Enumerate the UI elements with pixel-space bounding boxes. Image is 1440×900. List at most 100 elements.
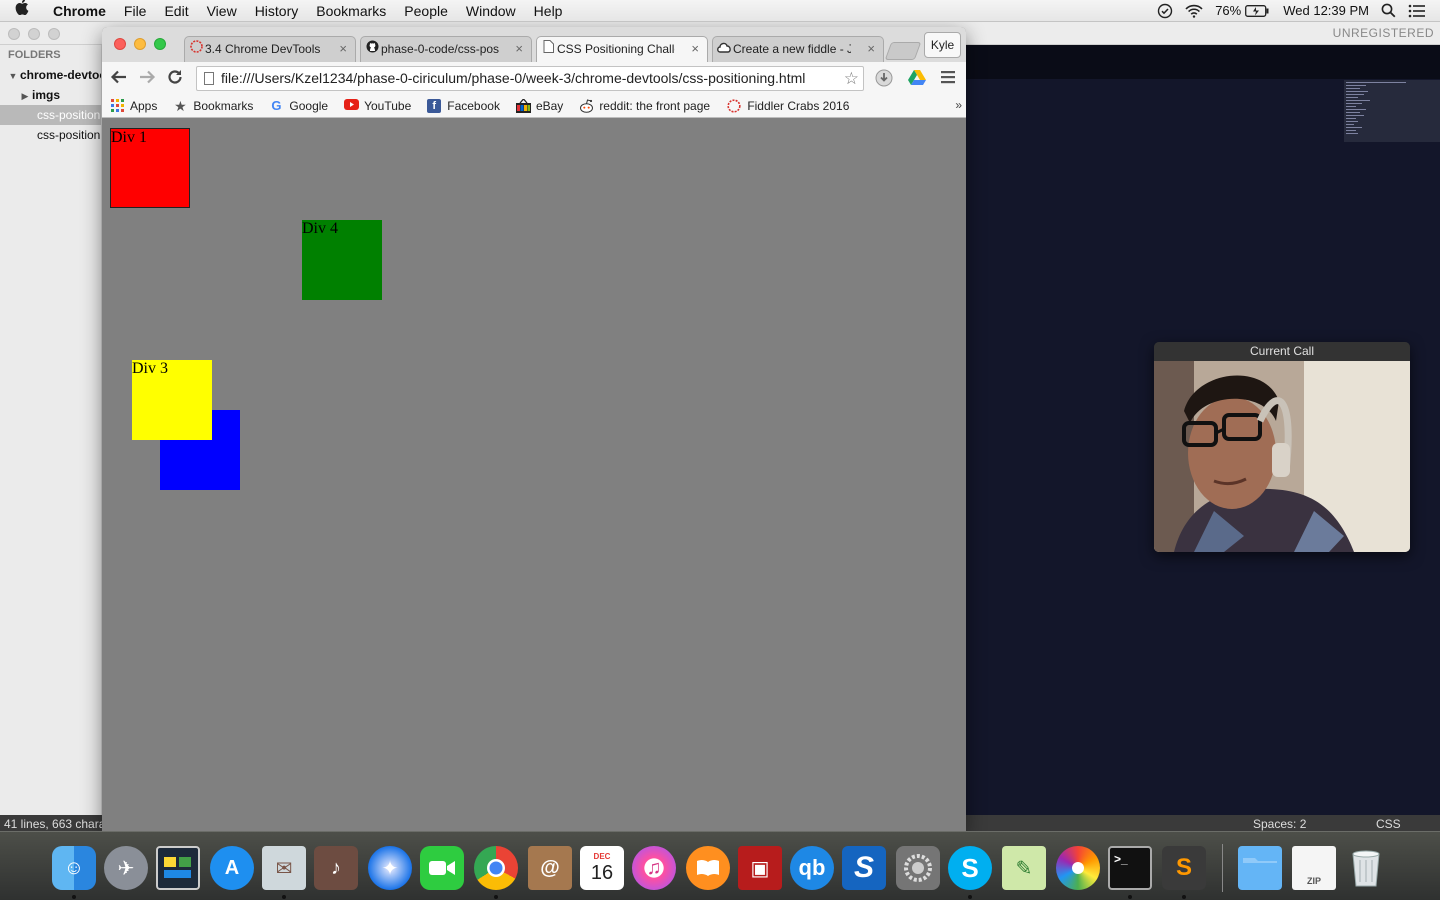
launchpad-icon[interactable]: ✈ — [104, 846, 148, 890]
tab-github-phase-0-code[interactable]: phase-0-code/css-pos × — [360, 36, 532, 62]
disclosure-closed-icon[interactable]: ▶ — [18, 86, 32, 105]
div-3: Div 3 — [132, 360, 212, 440]
macos-menu-bar: Chrome File Edit View History Bookmarks … — [0, 0, 1440, 22]
photos-icon[interactable] — [1056, 846, 1100, 890]
apps-grid-icon — [110, 98, 124, 113]
downloads-folder-icon[interactable] — [1238, 846, 1282, 890]
menu-bookmarks[interactable]: Bookmarks — [307, 0, 395, 22]
mail-stamp-icon[interactable]: ✉ — [262, 846, 306, 890]
bookmark-label: Facebook — [447, 98, 500, 113]
bookmark-star-icon[interactable]: ☆ — [844, 67, 859, 90]
minimize-icon[interactable] — [134, 38, 146, 50]
finder-icon[interactable]: ☺ — [52, 846, 96, 890]
facetime-call-window[interactable]: Current Call — [1154, 342, 1410, 552]
tab-chrome-devtools[interactable]: 3.4 Chrome DevTools ( × — [184, 36, 356, 62]
sidebar-folder-imgs[interactable]: ▶ imgs — [0, 85, 101, 105]
menu-edit[interactable]: Edit — [155, 0, 197, 22]
sublime-text-icon[interactable]: S — [1162, 846, 1206, 890]
bookmark-facebook[interactable]: f Facebook — [427, 98, 500, 113]
bookmark-ebay[interactable]: eBay — [515, 97, 563, 113]
tab-label: CSS Positioning Challe — [557, 42, 675, 56]
google-drive-icon[interactable] — [907, 69, 926, 87]
sidebar-folder-chrome-devtools[interactable]: ▼chrome-devtools — [0, 65, 101, 85]
notification-center-icon[interactable] — [1408, 4, 1426, 18]
wifi-icon[interactable] — [1185, 4, 1203, 18]
profile-button[interactable]: Kyle — [924, 32, 961, 58]
terminal-icon[interactable]: >_ — [1108, 846, 1152, 890]
running-indicator — [1128, 895, 1132, 899]
bookmark-apps[interactable]: Apps — [110, 98, 157, 113]
reload-icon[interactable] — [166, 68, 184, 90]
tab-label: 3.4 Chrome DevTools ( — [205, 42, 323, 56]
menu-people[interactable]: People — [395, 0, 457, 22]
ibooks-icon[interactable] — [686, 846, 730, 890]
battery-charging-icon[interactable] — [1245, 4, 1269, 17]
bookmark-google[interactable]: G Google — [269, 98, 328, 113]
folder-label: imgs — [32, 88, 61, 102]
zoom-icon[interactable] — [154, 38, 166, 50]
preview-icon[interactable]: ✎ — [1002, 846, 1046, 890]
chrome-tab-strip: 3.4 Chrome DevTools ( × phase-0-code/css… — [102, 27, 966, 62]
file-label: css-positioning — [37, 128, 101, 142]
zip-file-icon[interactable]: ZIP — [1292, 846, 1336, 890]
menu-help[interactable]: Help — [525, 0, 572, 22]
chrome-browser-window: 3.4 Chrome DevTools ( × phase-0-code/css… — [102, 27, 966, 831]
page-info-icon[interactable] — [204, 72, 214, 85]
qbittorrent-icon[interactable]: qb — [790, 846, 834, 890]
sidebar-file-css-positioning-html[interactable]: css-positioning — [0, 105, 101, 125]
system-preferences-icon[interactable] — [896, 846, 940, 890]
tab-close-icon[interactable]: × — [691, 37, 699, 61]
minimize-icon[interactable] — [28, 28, 40, 40]
tab-close-icon[interactable]: × — [867, 37, 875, 61]
itunes-icon[interactable]: ♫ — [632, 846, 676, 890]
bookmark-reddit[interactable]: reddit: the front page — [579, 99, 711, 113]
disclosure-open-icon[interactable]: ▼ — [6, 66, 20, 85]
sidebar-file-css-positioning-css[interactable]: css-positioning — [0, 125, 101, 145]
status-menu-area: 76% Wed 12:39 PM — [1145, 0, 1440, 22]
app-store-icon[interactable]: A — [210, 846, 254, 890]
bookmark-youtube[interactable]: YouTube — [344, 98, 411, 113]
tab-close-icon[interactable]: × — [515, 37, 523, 61]
apple-menu-icon[interactable] — [0, 0, 44, 22]
bookmark-bookmarks[interactable]: ★ Bookmarks — [173, 99, 253, 113]
tab-label: Create a new fiddle - JS — [733, 42, 851, 56]
scrivener-icon[interactable]: S — [842, 846, 886, 890]
url-text[interactable]: file:///Users/Kzel1234/phase-0-ciriculum… — [221, 70, 805, 86]
sublime-tab-bar — [966, 45, 1440, 79]
chrome-icon[interactable] — [474, 846, 518, 890]
bookmarks-overflow-button[interactable]: » — [955, 98, 962, 112]
download-extension-icon[interactable] — [875, 69, 893, 87]
github-icon — [365, 37, 379, 61]
close-icon[interactable] — [8, 28, 20, 40]
facetime-icon[interactable] — [420, 846, 464, 890]
tab-close-icon[interactable]: × — [339, 37, 347, 61]
close-icon[interactable] — [114, 38, 126, 50]
bookmark-fiddler-crabs[interactable]: Fiddler Crabs 2016 — [727, 99, 849, 113]
skype-icon[interactable]: S — [948, 846, 992, 890]
spotlight-search-icon[interactable] — [1381, 3, 1396, 18]
menu-file[interactable]: File — [115, 0, 156, 22]
running-indicator — [72, 895, 76, 899]
tab-jsfiddle[interactable]: Create a new fiddle - JS × — [712, 36, 884, 62]
garageband-icon[interactable]: ♪ — [314, 846, 358, 890]
activity-monitor-icon[interactable] — [156, 846, 200, 890]
checkmark-circle-icon[interactable] — [1157, 3, 1173, 19]
safari-icon[interactable]: ✦ — [368, 846, 412, 890]
chrome-menu-icon[interactable] — [940, 69, 958, 87]
new-tab-button[interactable] — [884, 42, 922, 60]
tab-css-positioning-challenge[interactable]: CSS Positioning Challe × — [536, 36, 708, 62]
zoom-icon[interactable] — [48, 28, 60, 40]
menu-history[interactable]: History — [246, 0, 308, 22]
back-icon[interactable] — [110, 68, 128, 90]
contacts-icon[interactable]: @ — [528, 846, 572, 890]
menu-chrome[interactable]: Chrome — [44, 0, 115, 22]
sublime-minimap[interactable] — [1344, 80, 1440, 142]
forward-icon[interactable] — [138, 68, 156, 90]
menu-view[interactable]: View — [198, 0, 246, 22]
clock[interactable]: Wed 12:39 PM — [1283, 3, 1369, 18]
trash-icon[interactable] — [1344, 846, 1388, 890]
photo-booth-icon[interactable]: ▣ — [738, 846, 782, 890]
menu-window[interactable]: Window — [457, 0, 525, 22]
calendar-icon[interactable]: DEC 16 — [580, 846, 624, 890]
address-bar[interactable]: file:///Users/Kzel1234/phase-0-ciriculum… — [196, 66, 864, 91]
